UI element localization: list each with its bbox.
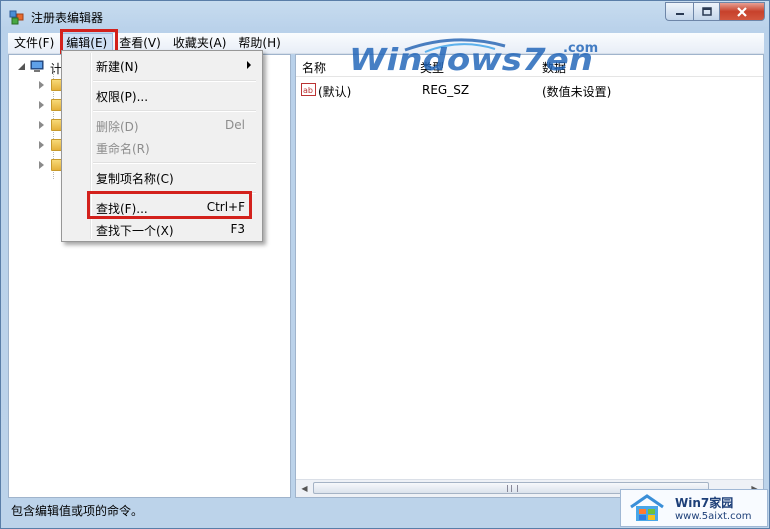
scroll-grip-icon (507, 485, 518, 492)
menu-item-find-next-shortcut: F3 (230, 222, 245, 236)
menu-item-find-label: 查找(F)... (96, 202, 148, 216)
computer-icon (30, 60, 44, 72)
list-row-default[interactable]: ab (默认) REG_SZ (数值未设置) (296, 81, 763, 99)
menu-item-find-shortcut: Ctrl+F (206, 200, 245, 214)
menu-item-find[interactable]: 查找(F)... Ctrl+F (65, 196, 259, 218)
menu-item-delete[interactable]: 删除(D) Del (65, 114, 259, 136)
menu-item-delete-label: 删除(D) (96, 120, 139, 134)
menu-item-find-next-label: 查找下一个(X) (96, 224, 174, 238)
window-title: 注册表编辑器 (31, 11, 104, 25)
title-bar[interactable]: 注册表编辑器 (1, 1, 770, 33)
minimize-button[interactable] (665, 2, 693, 21)
menu-item-permissions-label: 权限(P)... (96, 90, 149, 104)
value-data: (数值未设置) (542, 85, 612, 99)
minimize-icon (675, 12, 684, 15)
tree-collapse-icon (18, 63, 25, 70)
menu-item-copy-key-name-label: 复制项名称(C) (96, 172, 174, 186)
horizontal-scrollbar[interactable]: ◀ ▶ (296, 479, 763, 497)
menu-item-permissions[interactable]: 权限(P)... (65, 84, 259, 106)
column-data-header[interactable]: 数据 (542, 59, 566, 76)
menu-item-rename[interactable]: 重命名(R) (65, 136, 259, 158)
menu-item-copy-key-name[interactable]: 复制项名称(C) (65, 166, 259, 188)
regedit-icon (9, 10, 24, 25)
expand-arrow-icon[interactable] (39, 141, 44, 149)
menu-item-new-label: 新建(N) (96, 60, 139, 74)
menu-separator (93, 80, 256, 82)
menu-item-find-next[interactable]: 查找下一个(X) F3 (65, 218, 259, 240)
maximize-icon (701, 7, 712, 16)
expand-arrow-icon[interactable] (39, 101, 44, 109)
close-button[interactable] (719, 2, 765, 21)
list-header: 名称 类型 数据 (296, 55, 763, 77)
close-icon (737, 6, 747, 17)
scroll-left-button[interactable]: ◀ (296, 481, 313, 496)
submenu-arrow-icon (247, 61, 251, 69)
menu-item-new[interactable]: 新建(N) (65, 54, 259, 76)
menu-separator (93, 110, 256, 112)
value-type: REG_SZ (422, 83, 470, 97)
menu-item-rename-label: 重命名(R) (96, 142, 150, 156)
value-name: (默认) (318, 85, 352, 99)
edit-dropdown-menu: 新建(N) 权限(P)... 删除(D) Del 重命名(R) 复制项名称(C)… (61, 50, 263, 242)
string-value-icon: ab (301, 83, 316, 96)
status-bar: 包含编辑值或项的命令。 (11, 504, 144, 518)
column-type-header[interactable]: 类型 (420, 59, 444, 76)
expand-arrow-icon[interactable] (39, 121, 44, 129)
maximize-button[interactable] (693, 2, 719, 21)
menu-separator (93, 192, 256, 194)
column-name-header[interactable]: 名称 (302, 59, 326, 76)
menu-file[interactable]: 文件(F) (8, 33, 60, 53)
expand-arrow-icon[interactable] (39, 161, 44, 169)
svg-text:ab: ab (303, 86, 313, 95)
menu-separator (93, 162, 256, 164)
values-list-pane[interactable]: 名称 类型 数据 ab (默认) REG_SZ (数值未设置) ◀ ▶ (295, 54, 764, 498)
scroll-thumb[interactable] (313, 482, 709, 494)
expand-arrow-icon[interactable] (39, 81, 44, 89)
scroll-right-button[interactable]: ▶ (746, 481, 763, 496)
menu-item-delete-shortcut: Del (225, 118, 245, 132)
